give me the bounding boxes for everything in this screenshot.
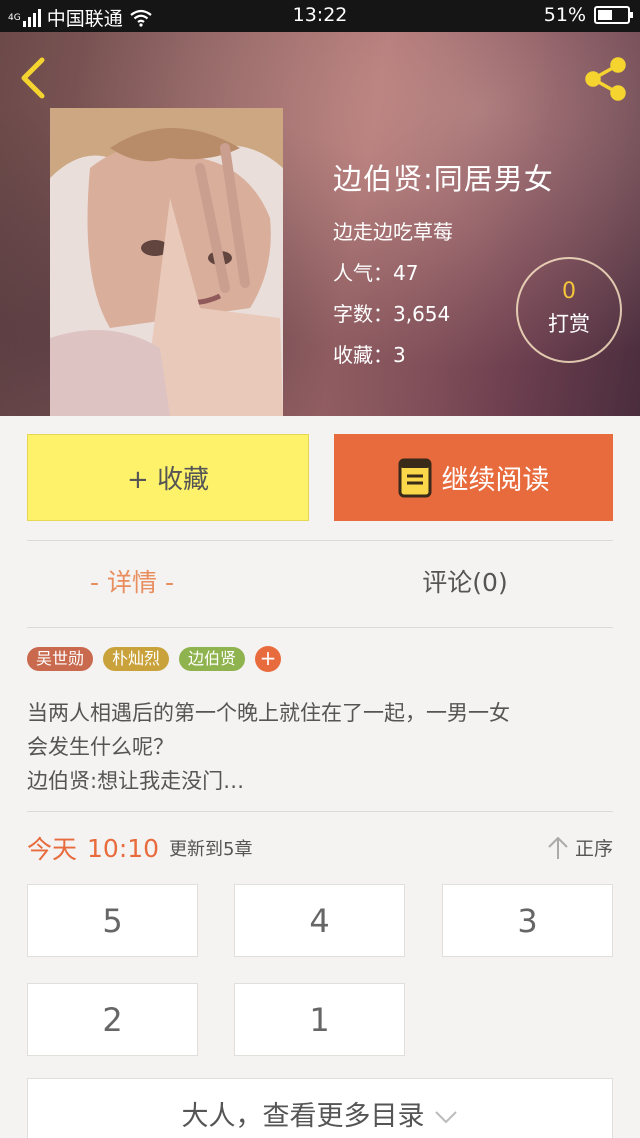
chapter-button[interactable]: 5 [27, 884, 198, 957]
chapter-button[interactable]: 2 [27, 983, 198, 1056]
reward-label: 打赏 [548, 312, 590, 336]
book-favorites: 收藏：3 [333, 343, 406, 367]
add-to-favorites-button[interactable]: + 收藏 [27, 434, 309, 521]
chapter-number: 2 [102, 1000, 123, 1039]
book-icon [398, 458, 431, 497]
sort-order-button[interactable]: 正序 [547, 834, 613, 861]
sort-order-label: 正序 [574, 838, 613, 860]
description-line: 当两人相遇后的第一个晚上就住在了一起，一男一女 [27, 701, 510, 725]
chapter-number: 1 [309, 1000, 330, 1039]
chapter-button[interactable]: 3 [442, 884, 613, 957]
battery-level [598, 10, 613, 20]
chapter-number: 5 [102, 901, 123, 940]
view-more-catalog-label: 大人，查看更多目录 [181, 1100, 425, 1132]
chapter-button[interactable]: 4 [234, 884, 405, 957]
arrow-up-icon [548, 836, 568, 859]
book-description: 当两人相遇后的第一个晚上就住在了一起，一男一女 会发生什么呢？ 边伯贤:想让我走… [27, 696, 617, 798]
tag-list: 吴世勋 朴灿烈 边伯贤 + [27, 646, 282, 672]
divider [27, 811, 613, 812]
chevron-down-icon [434, 1111, 457, 1124]
description-line: 会发生什么呢？ [27, 735, 174, 759]
description-line: 边伯贤:想让我走没门… [27, 769, 245, 793]
tab-details[interactable]: - 详情 - [27, 548, 237, 618]
reward-count: 0 [562, 279, 576, 304]
update-chapter-text: 更新到5章 [169, 839, 253, 860]
book-author[interactable]: 边走边吃草莓 [333, 216, 554, 245]
add-tag-button[interactable]: + [255, 646, 282, 672]
divider [27, 627, 613, 628]
book-cover-image[interactable] [50, 108, 283, 416]
update-time: 10:10 [87, 833, 160, 863]
tag-chip[interactable]: 边伯贤 [179, 647, 246, 671]
status-right: 51% [543, 4, 633, 26]
book-title: 边伯贤:同居男女 [333, 162, 554, 196]
book-header: 边伯贤:同居男女 边走边吃草莓 人气：47 字数：3,654 收藏：3 0 打赏 [0, 32, 640, 416]
tab-comments[interactable]: 评论(0) [360, 548, 570, 618]
battery-icon [594, 6, 633, 24]
continue-reading-button[interactable]: 继续阅读 [334, 434, 613, 521]
chapter-button[interactable]: 1 [234, 983, 405, 1056]
share-icon[interactable] [580, 54, 630, 104]
view-more-catalog-button[interactable]: 大人，查看更多目录 [27, 1078, 613, 1138]
tag-chip[interactable]: 朴灿烈 [103, 647, 170, 671]
tag-chip[interactable]: 吴世勋 [27, 647, 94, 671]
add-to-favorites-label: + 收藏 [126, 465, 210, 495]
status-bar: 4G 中国联通 13:22 51% [0, 0, 640, 32]
battery-percent: 51% [543, 4, 586, 26]
reward-button[interactable]: 0 打赏 [516, 257, 622, 363]
continue-reading-label: 继续阅读 [441, 465, 550, 496]
divider [27, 540, 613, 541]
back-arrow-icon[interactable] [14, 54, 54, 102]
chapter-number: 3 [517, 901, 538, 940]
chapter-number: 4 [309, 901, 330, 940]
update-day: 今天 [27, 835, 78, 864]
update-info: 今天 10:10 更新到5章 正序 [27, 828, 613, 868]
